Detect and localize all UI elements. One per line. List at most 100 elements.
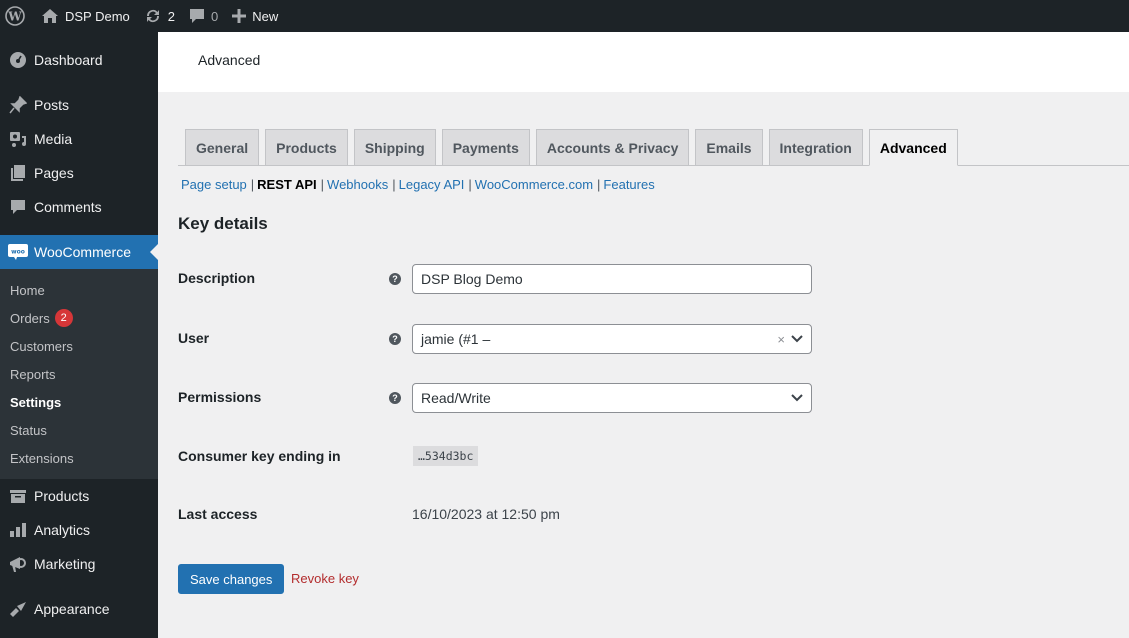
svg-text:woo: woo: [11, 249, 25, 256]
sidebar-item-pages[interactable]: Pages: [0, 156, 158, 190]
chevron-down-icon: [791, 394, 803, 402]
comment-icon: [8, 197, 28, 217]
sidebar-item-label: Posts: [34, 97, 70, 113]
description-input[interactable]: DSP Blog Demo: [412, 264, 812, 294]
sidebar-item-analytics[interactable]: Analytics: [0, 513, 158, 547]
user-value: jamie (#1 –: [421, 331, 491, 347]
subnav-separator: |: [250, 177, 255, 192]
sidebar-item-label: Marketing: [34, 556, 96, 572]
description-label: Description: [178, 270, 256, 286]
submenu-label: Extensions: [10, 450, 74, 466]
updates-icon: [144, 8, 162, 24]
submenu-item-orders[interactable]: Orders 2: [0, 304, 158, 332]
updates-count: 2: [167, 8, 176, 24]
tab-integration[interactable]: Integration: [768, 129, 863, 165]
sidebar-item-label: Media: [34, 131, 73, 147]
page-title: Advanced: [198, 52, 261, 68]
help-icon[interactable]: ?: [389, 392, 401, 404]
tab-general[interactable]: General: [185, 129, 260, 165]
sidebar-item-comments[interactable]: Comments: [0, 190, 158, 224]
admin-sidebar: Dashboard Posts Media Pages Comments woo…: [0, 32, 158, 638]
submenu-label: Home: [10, 282, 45, 298]
wordpress-logo-button[interactable]: W: [0, 0, 34, 32]
submenu-item-extensions[interactable]: Extensions: [0, 444, 158, 472]
subnav-separator: |: [320, 177, 325, 192]
submenu-label: Orders: [10, 310, 50, 326]
pin-icon: [8, 95, 28, 115]
new-content-link[interactable]: New: [225, 0, 285, 32]
subnav-webhooks[interactable]: Webhooks: [327, 177, 388, 192]
help-icon[interactable]: ?: [389, 333, 401, 345]
tab-shipping[interactable]: Shipping: [353, 129, 436, 165]
permissions-label: Permissions: [178, 389, 262, 405]
sidebar-item-products[interactable]: Products: [0, 479, 158, 513]
last-access-value: 16/10/2023 at 12:50 pm: [412, 506, 560, 522]
revoke-key-link[interactable]: Revoke key: [291, 571, 359, 586]
comments-link[interactable]: 0: [182, 0, 225, 32]
sidebar-item-label: Dashboard: [34, 52, 103, 68]
submenu-item-reports[interactable]: Reports: [0, 360, 158, 388]
media-icon: [8, 129, 28, 149]
user-select[interactable]: jamie (#1 – ×: [412, 324, 812, 354]
submenu-item-customers[interactable]: Customers: [0, 332, 158, 360]
settings-tabs: General Products Shipping Payments Accou…: [178, 129, 1129, 166]
subnav-separator: |: [468, 177, 472, 192]
permissions-select[interactable]: Read/Write: [412, 383, 812, 413]
submenu-label: Status: [10, 422, 47, 438]
sidebar-item-label: Analytics: [34, 522, 91, 538]
permissions-value: Read/Write: [421, 390, 491, 406]
sidebar-item-label: Appearance: [34, 601, 110, 617]
tab-accounts-privacy[interactable]: Accounts & Privacy: [535, 129, 690, 165]
submenu-label: Customers: [10, 338, 73, 354]
subnav-rest-api[interactable]: REST API: [257, 177, 316, 192]
sidebar-item-woocommerce[interactable]: woo WooCommerce: [0, 235, 158, 269]
subnav-woocommerce-com[interactable]: WooCommerce.com: [475, 177, 593, 192]
site-name-link[interactable]: DSP Demo: [34, 0, 137, 32]
new-label: New: [252, 8, 279, 24]
user-label: User: [178, 330, 210, 346]
sidebar-item-dashboard[interactable]: Dashboard: [0, 43, 158, 77]
megaphone-icon: [8, 554, 28, 574]
last-access-label: Last access: [178, 506, 258, 522]
comments-count: 0: [211, 8, 219, 24]
advanced-subnav: Page setup | REST API | Webhooks | Legac…: [181, 177, 655, 192]
description-value: DSP Blog Demo: [421, 271, 523, 287]
subnav-separator: |: [392, 177, 396, 192]
submenu-item-settings[interactable]: Settings: [0, 388, 158, 416]
admin-bar: W DSP Demo 2 0 New: [0, 0, 1129, 32]
sidebar-item-label: Comments: [34, 199, 102, 215]
subnav-separator: |: [597, 177, 601, 192]
tab-payments[interactable]: Payments: [441, 129, 530, 165]
woo-icon: woo: [8, 242, 28, 262]
submenu-item-home[interactable]: Home: [0, 276, 158, 304]
save-changes-button[interactable]: Save changes: [178, 564, 285, 594]
subnav-page-setup[interactable]: Page setup: [181, 177, 247, 192]
tab-advanced[interactable]: Advanced: [868, 129, 958, 166]
sidebar-item-appearance[interactable]: Appearance: [0, 592, 158, 626]
paintbrush-icon: [8, 599, 28, 619]
subnav-legacy-api[interactable]: Legacy API: [399, 177, 465, 192]
page-header: Advanced: [158, 32, 1129, 92]
tab-products[interactable]: Products: [265, 129, 348, 165]
sidebar-item-label: Pages: [34, 165, 74, 181]
submenu-item-status[interactable]: Status: [0, 416, 158, 444]
chevron-down-icon: [791, 335, 803, 343]
woocommerce-submenu: Home Orders 2 Customers Reports Settings …: [0, 269, 158, 479]
sidebar-item-posts[interactable]: Posts: [0, 88, 158, 122]
tab-emails[interactable]: Emails: [695, 129, 763, 165]
site-name: DSP Demo: [65, 8, 130, 24]
dashboard-icon: [8, 50, 28, 70]
bar-chart-icon: [8, 520, 28, 540]
home-icon: [41, 8, 59, 24]
plus-icon: [232, 9, 247, 23]
sidebar-item-media[interactable]: Media: [0, 122, 158, 156]
consumer-key-value: …534d3bc: [413, 446, 479, 466]
consumer-key-label: Consumer key ending in: [178, 448, 341, 464]
clear-icon[interactable]: ×: [777, 332, 785, 347]
sidebar-item-marketing[interactable]: Marketing: [0, 547, 158, 581]
help-icon[interactable]: ?: [389, 273, 401, 285]
wordpress-logo-icon: W: [5, 6, 25, 26]
submenu-label: Settings: [10, 394, 62, 410]
updates-link[interactable]: 2: [137, 0, 182, 32]
subnav-features[interactable]: Features: [603, 177, 654, 192]
